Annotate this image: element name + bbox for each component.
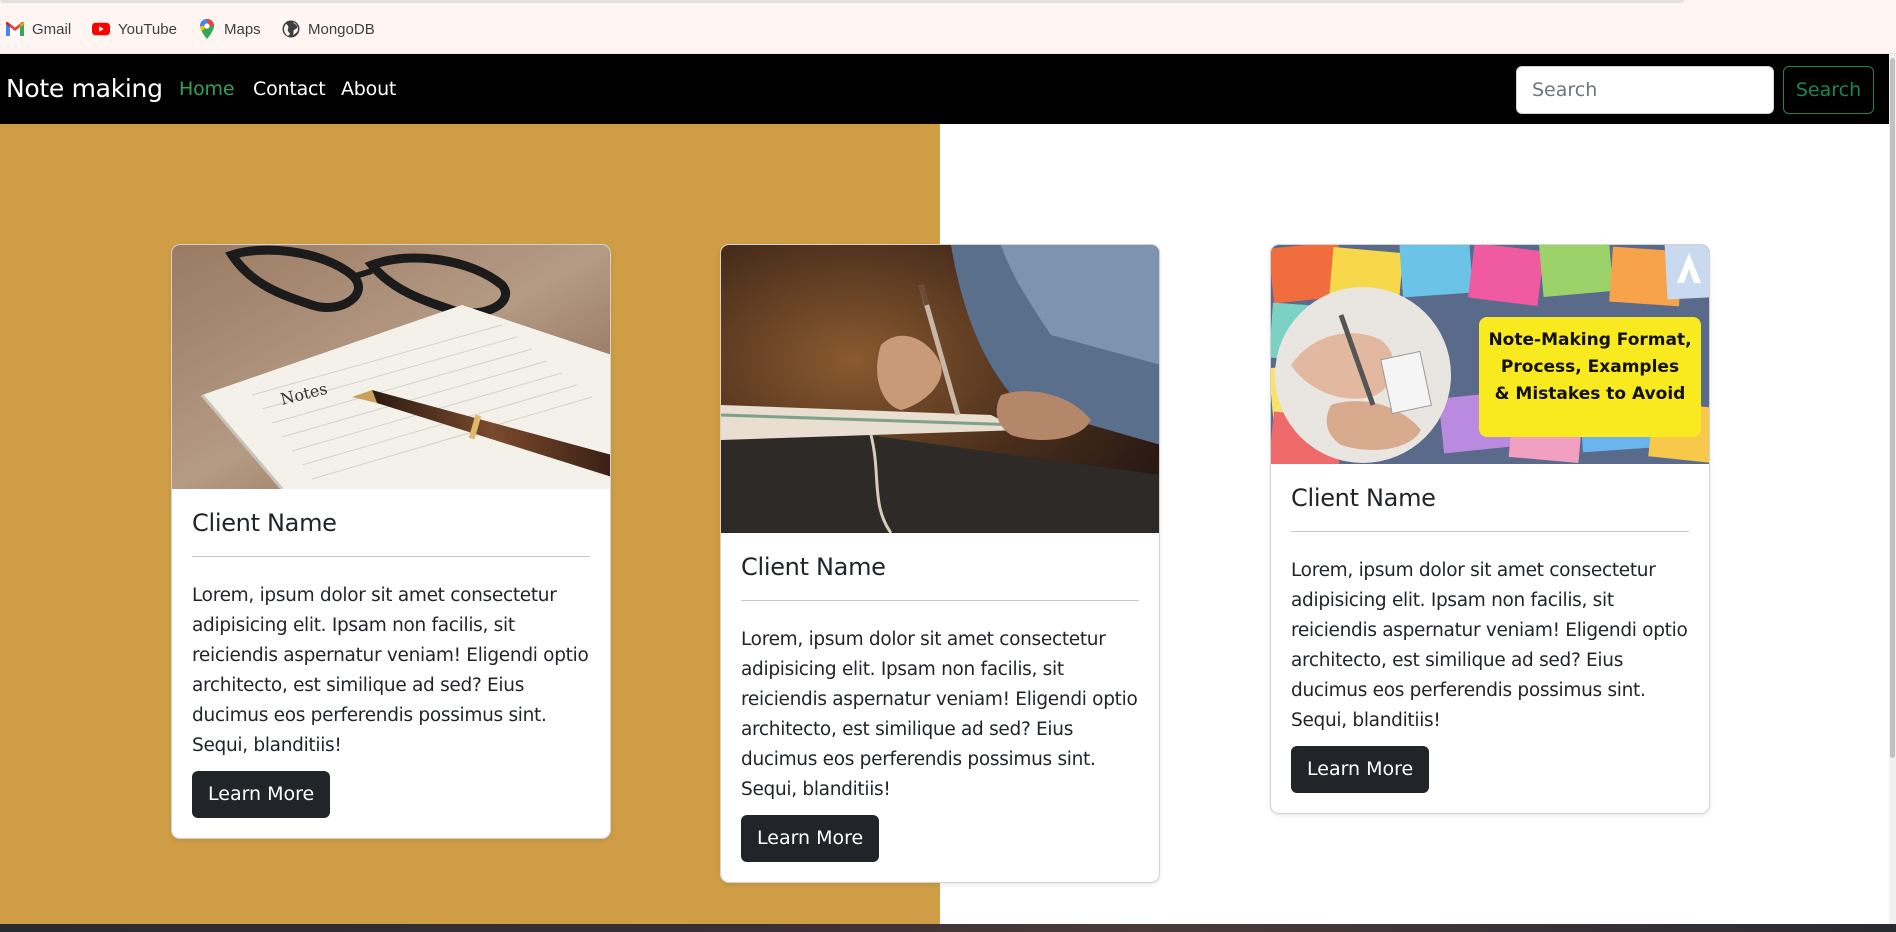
card-title: Client Name (1291, 484, 1436, 512)
learn-more-button[interactable]: Learn More (192, 770, 331, 818)
bookmark-label: YouTube (118, 20, 177, 38)
card-divider (192, 555, 590, 557)
card-text: Lorem, ipsum dolor sit amet consectetur … (741, 628, 1138, 800)
hero-section: Notes Client Name Lorem, ipsum dolor sit… (0, 124, 1889, 924)
card-title: Client Name (741, 553, 886, 581)
bookmark-label: MongoDB (308, 20, 375, 38)
nav-link-home[interactable]: Home (179, 78, 235, 100)
learn-more-button[interactable]: Learn More (741, 814, 880, 862)
learn-more-button[interactable]: Learn More (1291, 745, 1430, 793)
banner-text-line-3: & Mistakes to Avoid (1495, 384, 1686, 404)
card-text: Lorem, ipsum dolor sit amet consectetur … (192, 584, 589, 756)
bookmarks-bar: Gmail YouTube Maps MongoDB (0, 0, 1896, 54)
sticky-notes-banner-image: Note-Making Format, Process, Examples & … (1271, 245, 1709, 464)
card-divider (1291, 530, 1689, 532)
youtube-icon (92, 20, 110, 38)
bookmark-maps[interactable]: Maps (198, 18, 261, 40)
navbar: Note making Home Contact About Search (0, 54, 1889, 124)
banner-text-line-1: Note-Making Format, (1488, 330, 1691, 350)
taskbar-edge (0, 924, 1896, 932)
card-2: Client Name Lorem, ipsum dolor sit amet … (720, 244, 1160, 883)
banner-text-line-2: Process, Examples (1501, 357, 1679, 377)
card-divider (741, 599, 1139, 601)
scrollbar-thumb[interactable] (1890, 58, 1895, 758)
brand-link[interactable]: Note making (6, 74, 163, 103)
search-button[interactable]: Search (1783, 66, 1874, 114)
writing-hand-image (721, 245, 1159, 533)
globe-icon (282, 20, 300, 38)
search-input[interactable] (1516, 66, 1774, 114)
maps-icon (198, 19, 216, 39)
nav-link-about[interactable]: About (341, 78, 396, 100)
page-scrollbar[interactable] (1889, 54, 1896, 924)
gmail-icon (6, 20, 24, 38)
bookmark-label: Gmail (32, 20, 72, 38)
card-text: Lorem, ipsum dolor sit amet consectetur … (1291, 559, 1688, 731)
nav-link-contact[interactable]: Contact (253, 78, 326, 100)
bookmark-gmail[interactable]: Gmail (6, 18, 71, 40)
card-3: Note-Making Format, Process, Examples & … (1270, 244, 1710, 814)
card-title: Client Name (192, 509, 337, 537)
bookmark-label: Maps (224, 20, 261, 38)
bookmark-youtube[interactable]: YouTube (92, 18, 177, 40)
notebook-pen-image: Notes (172, 245, 610, 489)
bookmark-mongodb[interactable]: MongoDB (282, 18, 375, 40)
card-1: Notes Client Name Lorem, ipsum dolor sit… (171, 244, 611, 839)
